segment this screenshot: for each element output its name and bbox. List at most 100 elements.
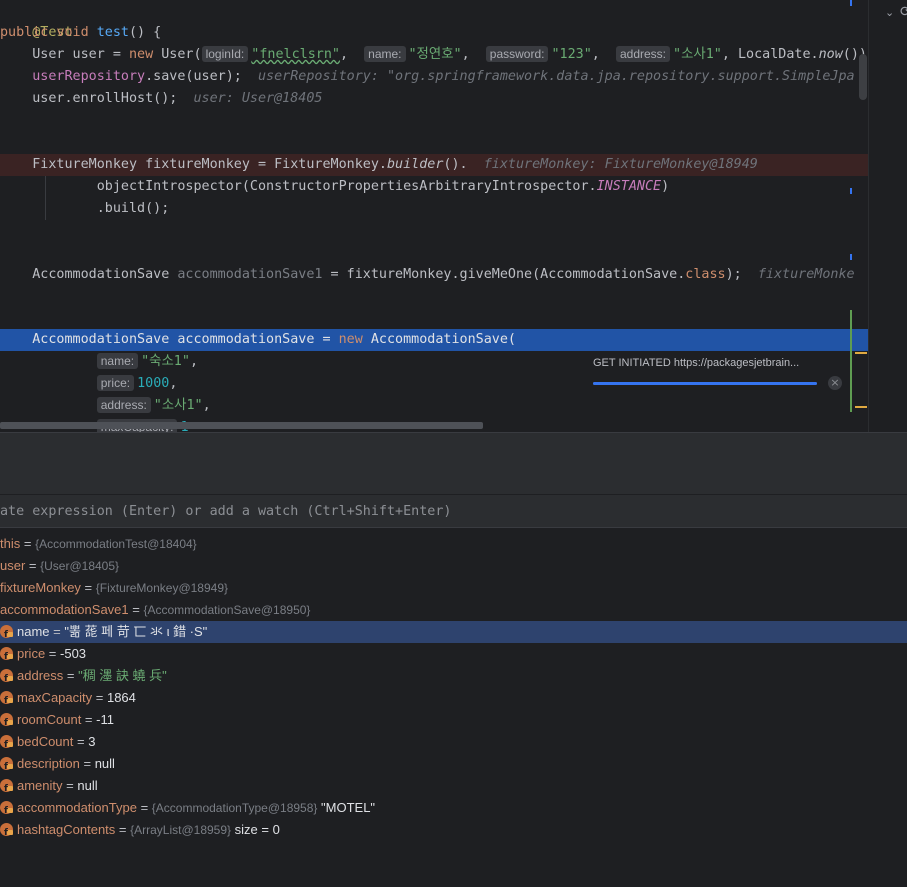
field-value: "稠 濹 訣 蟯 兵": [78, 668, 167, 683]
indent-guide: [45, 176, 46, 220]
code-text: user.enrollHost();: [0, 91, 178, 106]
field-icon: [0, 646, 13, 668]
gutter-marker: [850, 188, 852, 194]
evaluate-expression-bar[interactable]: [0, 495, 907, 528]
variable-name: fixtureMonkey: [0, 580, 81, 595]
field-icon: [0, 822, 13, 844]
number-literal: 1000: [137, 376, 170, 391]
field-icon: [0, 800, 13, 822]
code-text: AccommodationSave: [0, 267, 178, 282]
code-text: ().: [443, 157, 468, 172]
field-type: {AccommodationType@18958}: [151, 801, 318, 815]
variable-row[interactable]: accommodationSave1 = {AccommodationSave@…: [0, 599, 907, 621]
param-hint-name: name:: [96, 353, 139, 369]
close-icon[interactable]: ×: [828, 376, 842, 390]
field-row[interactable]: maxCapacity = 1864: [0, 687, 907, 712]
param-hint-name: name:: [364, 46, 406, 62]
field-row[interactable]: hashtagContents = {ArrayList@18959} size…: [0, 819, 907, 844]
code-line-current-execution[interactable]: AccommodationSave accommodationSave = ne…: [0, 329, 868, 351]
code-line-10: .build();: [0, 198, 868, 220]
field-row[interactable]: description = null: [0, 753, 907, 778]
kw-class: class: [685, 267, 726, 282]
field-icon: [0, 624, 13, 646]
change-marker: [850, 310, 852, 412]
vertical-scrollbar[interactable]: [859, 54, 867, 100]
gutter-marker: [850, 254, 852, 260]
field-name: bedCount: [17, 734, 74, 749]
variable-name: user: [0, 558, 26, 573]
inline-debug-value: fixtureMonkey: FixtureMonkey@18949: [483, 157, 758, 172]
refresh-icon[interactable]: ⟳: [900, 4, 907, 20]
background-task-progress: GET INITIATED https://packagesjetbrain..…: [592, 356, 852, 396]
code-text: FixtureMonkey fixtureMonkey = FixtureMon…: [0, 157, 387, 172]
kw-void: void: [56, 25, 89, 40]
field-user-repository: userRepository: [32, 69, 146, 84]
field-row[interactable]: price = -503: [0, 643, 907, 668]
code-text: , LocalDate.: [721, 47, 819, 62]
progress-bar: [593, 382, 817, 385]
field-value: 3: [88, 734, 96, 749]
variable-type: {User@18405}: [40, 559, 120, 573]
param-hint-loginid: loginId:: [201, 46, 249, 62]
field-name: address: [17, 668, 64, 683]
chevron-down-icon[interactable]: ⌄: [885, 6, 894, 19]
progress-text: GET INITIATED https://packagesjetbrain..…: [593, 357, 800, 369]
field-name: amenity: [17, 778, 63, 793]
code-editor[interactable]: @Test public void test() { User user = n…: [0, 0, 868, 432]
field-value: "MOTEL": [321, 800, 376, 815]
code-text: () {: [129, 25, 162, 40]
string-literal: "정연호": [408, 47, 462, 62]
field-name: description: [17, 756, 80, 771]
gutter-marker: [850, 0, 852, 6]
field-row[interactable]: address = "稠 濹 訣 蟯 兵": [0, 665, 907, 690]
progress-bar-fill: [593, 382, 817, 385]
field-value: null: [77, 778, 98, 793]
field-row[interactable]: roomCount = -11: [0, 709, 907, 734]
variable-row[interactable]: this = {AccommodationTest@18404}: [0, 533, 907, 555]
field-row-selected[interactable]: name = "뽊 蒊 페 苛 匸 氺 ι 錯 ·S": [0, 621, 907, 646]
debug-variables-panel: this = {AccommodationTest@18404} user = …: [0, 432, 907, 887]
field-icon: [0, 668, 13, 690]
field-icon: [0, 712, 13, 734]
field-row[interactable]: amenity = null: [0, 775, 907, 800]
code-text: AccommodationSave accommodationSave =: [0, 332, 339, 347]
variable-name: this: [0, 536, 21, 551]
code-line-3: User user = new User(loginId: "fnelclsrn"…: [0, 46, 867, 62]
variable-type: {AccommodationTest@18404}: [35, 537, 197, 551]
variable-row[interactable]: fixtureMonkey = {FixtureMonkey@18949}: [0, 577, 907, 599]
horizontal-scrollbar[interactable]: [0, 422, 483, 429]
string-literal: "123": [551, 47, 592, 62]
code-line-1: @Test: [0, 0, 868, 40]
field-row[interactable]: bedCount = 3: [0, 731, 907, 756]
field-value: -503: [60, 646, 87, 661]
code-text: ): [661, 179, 670, 194]
param-hint-password: password:: [485, 46, 549, 62]
method-name: test: [96, 25, 129, 40]
field-name: name: [17, 624, 50, 639]
field-name: hashtagContents: [17, 822, 116, 837]
kw-new: new: [129, 47, 154, 62]
unused-variable: accommodationSave1: [177, 267, 323, 282]
warning-marker: [855, 406, 867, 408]
variable-name: accommodationSave1: [0, 602, 129, 617]
debug-subtoolbar: [0, 464, 907, 495]
inline-debug-value: user: User@18405: [193, 91, 323, 106]
field-icon: [0, 734, 13, 756]
static-instance: INSTANCE: [596, 179, 662, 194]
field-value: 1864: [106, 690, 136, 705]
field-icon: [0, 756, 13, 778]
field-row[interactable]: accommodationType = {AccommodationType@1…: [0, 797, 907, 822]
variable-row[interactable]: user = {User@18405}: [0, 555, 907, 577]
kw-public: public: [0, 25, 49, 40]
field-icon: [0, 778, 13, 800]
code-text: objectIntrospector(ConstructorProperties…: [0, 179, 597, 194]
code-text: User user =: [0, 47, 129, 62]
code-line-breakpoint[interactable]: FixtureMonkey fixtureMonkey = FixtureMon…: [0, 154, 868, 176]
method-builder: builder: [386, 157, 444, 172]
code-text: .build();: [0, 201, 170, 216]
code-line-4: userRepository.save(user); userRepositor…: [0, 66, 868, 88]
evaluate-expression-input[interactable]: [0, 495, 900, 527]
code-line-2: public void test() {: [0, 22, 868, 44]
code-text: );: [725, 267, 742, 282]
param-hint-address: address:: [615, 46, 671, 62]
